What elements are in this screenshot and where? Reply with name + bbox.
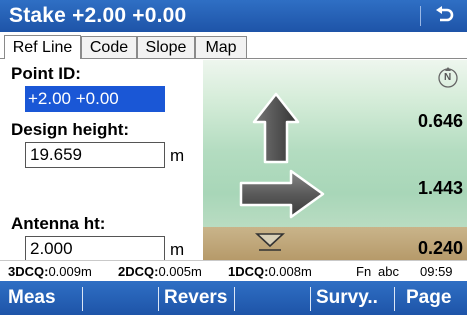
quality-1d: 1DCQ:0.008m [228,264,312,279]
window-title: Stake +2.00 +0.00 [9,4,187,27]
forward-distance-value: 0.646 [417,111,463,131]
return-arrow-icon [436,6,454,22]
title-bar: Stake +2.00 +0.00 [0,0,467,32]
arrow-right-icon [239,169,325,219]
revers-button[interactable]: Revers [158,281,234,315]
stakeout-graphic: N 0.646 1.443 0.240 [203,60,467,260]
quality-2d: 2DCQ:0.005m [118,264,202,279]
arrow-up-icon [252,92,300,164]
antenna-height-label: Antenna ht: [11,214,106,233]
north-label: N [444,72,452,83]
status-line: 3DCQ:0.009m 2DCQ:0.005m 1DCQ:0.008m Fn a… [0,260,467,280]
point-id-field[interactable]: +2.00 +0.00 [25,86,165,112]
design-height-unit: m [170,146,185,165]
tab-map[interactable]: Map [195,36,247,59]
cut-fill-value: 0.240 [417,238,463,258]
design-height-field[interactable]: 19.659 [25,142,165,168]
point-id-label: Point ID: [11,64,81,83]
tab-slope[interactable]: Slope [137,36,195,59]
survey-button[interactable]: Survy.. [310,281,394,315]
meas-button[interactable]: Meas [0,281,82,315]
antenna-height-field[interactable]: 2.000 [25,236,165,262]
tab-code[interactable]: Code [81,36,137,59]
fill-triangle-icon [255,233,285,251]
fn-indicator: Fn [356,264,372,279]
clock: 09:59 [420,264,453,279]
tab-strip: Ref Line Code Slope Map [0,32,467,60]
antenna-height-unit: m [170,240,185,259]
back-button[interactable] [426,2,464,30]
quality-3d: 3DCQ:0.009m [8,264,92,279]
right-distance-value: 1.443 [417,178,463,198]
input-mode-indicator: abc [378,264,399,279]
softkey-bar: Meas Revers Survy.. Page [0,281,467,315]
tab-ref-line[interactable]: Ref Line [4,35,81,59]
title-divider [420,6,421,26]
empty-softkey-2[interactable] [82,281,158,315]
page-button[interactable]: Page [394,281,467,315]
empty-softkey-4[interactable] [234,281,310,315]
design-height-label: Design height: [11,120,130,139]
